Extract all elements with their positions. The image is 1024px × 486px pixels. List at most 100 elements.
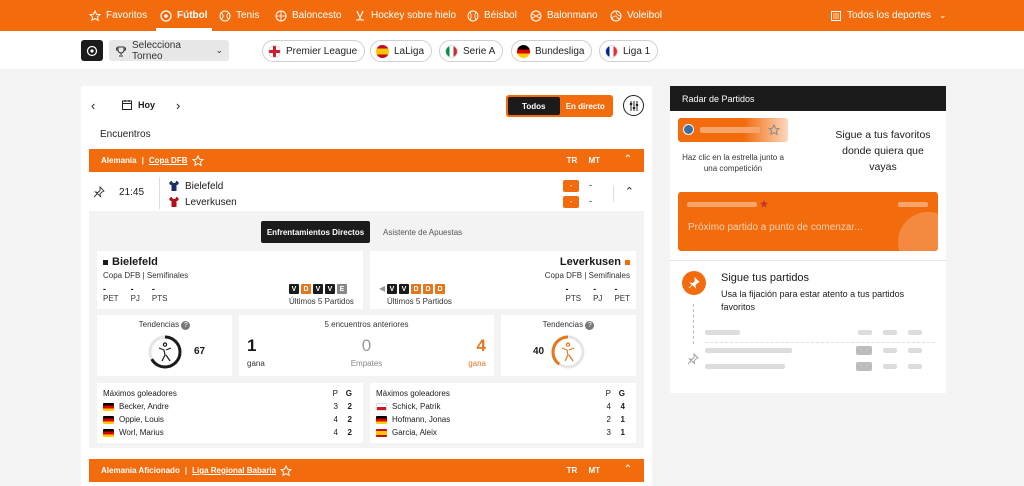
star-icon <box>759 199 769 209</box>
favorite-star-icon[interactable] <box>280 464 293 477</box>
home-team-sub: Copa DFB | Semifinales <box>103 271 189 280</box>
scorer-row[interactable]: Hofmann, Jonas 2 1 <box>376 413 629 426</box>
stat: - PTS <box>566 284 582 303</box>
nav-item-label: Fútbol <box>177 10 208 21</box>
hockey-icon <box>354 10 366 22</box>
placeholder-bar <box>883 348 897 353</box>
pin-icon[interactable] <box>93 186 105 198</box>
basketball-icon <box>275 10 287 22</box>
scorer-row[interactable]: Becker, Andre 3 2 <box>103 400 356 413</box>
divider <box>159 177 160 209</box>
stat-label: PJ <box>130 294 140 303</box>
tennis-ball-icon <box>219 10 231 22</box>
league-pill-bundesliga[interactable]: Bundesliga <box>511 40 593 62</box>
stat-value: - <box>130 284 134 294</box>
league-pill-liga-1[interactable]: Liga 1 <box>599 40 659 62</box>
form-result-badge: D <box>435 284 445 294</box>
home-trend-value: 67 <box>194 346 206 357</box>
filter-settings-button[interactable] <box>623 95 644 116</box>
team-color-marker <box>103 259 108 265</box>
form-label: Últimos 5 Partidos <box>387 297 452 306</box>
league-pill-laliga[interactable]: LaLiga <box>370 40 433 62</box>
divider <box>705 342 935 343</box>
toggle-live[interactable]: En directo <box>560 97 612 115</box>
form-label: Últimos 5 Partidos <box>289 297 354 306</box>
scorer-goals: 2 <box>347 428 352 437</box>
chevron-up-icon[interactable]: ⌃ <box>624 154 632 165</box>
form-result-badge: E <box>337 284 347 294</box>
league-pill-premier-league[interactable]: Premier League <box>262 40 366 62</box>
placeholder-bar <box>858 330 872 335</box>
stat-label: PET <box>614 294 630 303</box>
form-result-badge: V <box>387 284 397 294</box>
league-competition-link[interactable]: Liga Regional Babaria <box>192 466 276 475</box>
scorers-header: Máximos goleadores P G <box>376 387 629 400</box>
nav-item-voleibol[interactable]: Voleibol <box>610 0 662 31</box>
info-icon[interactable]: ? <box>585 321 595 330</box>
radar-headline: Sigue a tus favoritos donde quiera que v… <box>835 129 931 173</box>
nav-item-futbol[interactable]: Fútbol <box>156 0 212 31</box>
toggle-all[interactable]: Todos <box>508 97 560 115</box>
calendar-list-icon <box>830 10 842 22</box>
all-sports-label: Todos los deportes <box>847 10 931 21</box>
scorers-header: Máximos goleadores P G <box>103 387 356 400</box>
league-header-liga-regional[interactable]: Alemania Aficionado | Liga Regional Baba… <box>89 459 644 482</box>
scorer-row[interactable]: Oppie, Louis 4 2 <box>103 413 356 426</box>
soccer-home-button[interactable] <box>81 40 103 61</box>
match-row[interactable]: 21:45 Bielefeld Leverkusen - - - - ⌃ <box>89 175 644 211</box>
prev-day-arrow-icon[interactable]: ‹ <box>91 98 95 113</box>
scorers-title: Máximos goleadores <box>376 389 450 398</box>
select-tournament-label: Selecciona Torneo <box>132 39 181 62</box>
league-label: Liga 1 <box>623 45 651 57</box>
tab-betting-assistant[interactable]: Asistente de Apuestas <box>383 228 462 237</box>
away-stats: - PTS - PJ - PET <box>566 284 630 303</box>
nav-item-hockey[interactable]: Hockey sobre hielo <box>354 0 456 31</box>
form-result-badge: D <box>423 284 433 294</box>
h2h-card: 5 encuentros anteriores 1 gana 0 Empates… <box>239 315 494 376</box>
select-tournament-dropdown[interactable]: Selecciona Torneo ⌄ <box>109 39 229 62</box>
country-flag-icon <box>103 428 114 437</box>
date-picker[interactable]: Hoy <box>121 99 155 111</box>
all-sports-dropdown[interactable]: Todos los deportes ⌄ <box>830 0 947 31</box>
stat: - PET <box>614 284 630 303</box>
league-competition-link[interactable]: Copa DFB <box>149 156 188 165</box>
trend-label: Tendencias ? <box>501 320 636 330</box>
home-trend-card: Tendencias ? 67 <box>97 315 232 376</box>
league-pill-serie-a[interactable]: Serie A <box>439 40 504 62</box>
home-team-card: Bielefeld Copa DFB | Semifinales - PET -P… <box>97 251 363 309</box>
info-icon[interactable]: ? <box>181 321 191 330</box>
radar-favorite-preview <box>678 118 788 142</box>
stat-label: PJ <box>593 294 603 303</box>
stat-label: PET <box>103 294 119 303</box>
nav-item-label: Tenis <box>236 10 260 21</box>
nav-item-tenis[interactable]: Tenis <box>219 0 259 31</box>
nav-item-beisbol[interactable]: Béisbol <box>467 0 517 31</box>
form-result-badge: V <box>325 284 335 294</box>
col-mt: MT <box>588 466 600 475</box>
away-team: Leverkusen <box>168 196 237 208</box>
league-country: Alemania Aficionado <box>101 466 180 475</box>
country-flag-icon <box>376 415 387 424</box>
nav-item-favoritos[interactable]: Favoritos <box>89 0 147 31</box>
spain-flag-icon <box>376 44 389 58</box>
away-team-sub: Copa DFB | Semifinales <box>544 271 630 280</box>
radar-title: Radar de Partidos <box>670 86 946 111</box>
chevron-up-icon[interactable]: ⌃ <box>624 464 632 475</box>
chevron-up-icon[interactable]: ⌃ <box>625 185 634 198</box>
nav-item-balonmano[interactable]: Balonmano <box>530 0 598 31</box>
home-halftime-box: - <box>563 180 579 192</box>
placeholder-bar <box>687 202 757 207</box>
tab-head-to-head[interactable]: Enfrentamientos Directos <box>261 221 370 243</box>
next-day-arrow-icon[interactable]: › <box>176 98 180 113</box>
scorer-row[interactable]: Schick, Patrik 4 4 <box>376 400 629 413</box>
stat-value: - <box>593 284 597 294</box>
scorer-row[interactable]: Worl, Marius 4 2 <box>103 426 356 439</box>
nav-item-baloncesto[interactable]: Baloncesto <box>275 0 341 31</box>
divider <box>613 186 614 202</box>
scorer-row[interactable]: Garcia, Aleix 3 1 <box>376 426 629 439</box>
triangle-left-icon: ◀ <box>379 284 386 293</box>
placeholder-bar <box>898 202 928 207</box>
country-flag-icon <box>376 402 387 411</box>
favorite-star-icon[interactable] <box>191 154 204 167</box>
league-header-copa-dfb[interactable]: Alemania | Copa DFB TR MT ⌃ <box>89 149 644 172</box>
